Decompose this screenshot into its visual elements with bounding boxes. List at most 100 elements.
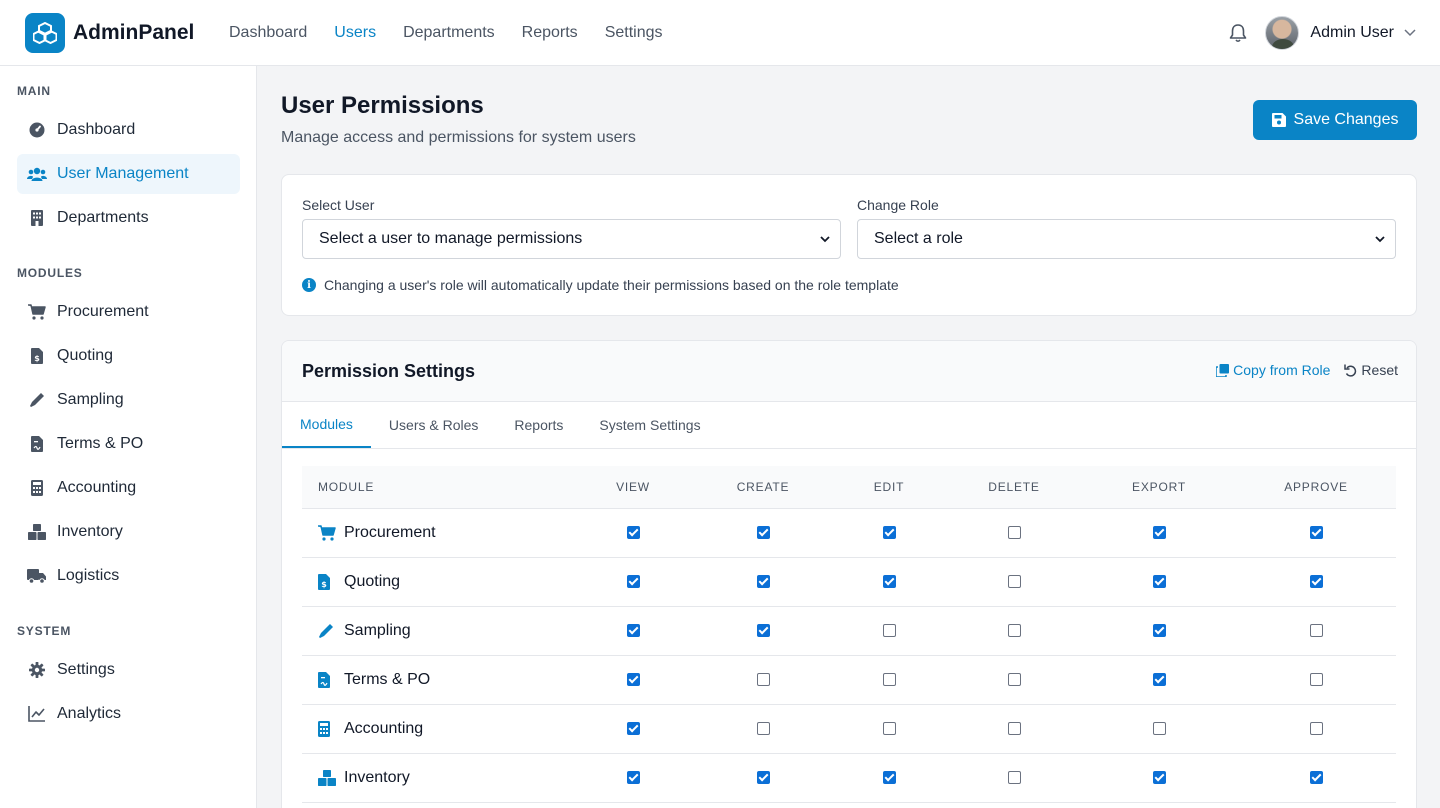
create-checkbox[interactable] xyxy=(756,525,770,539)
permission-cell xyxy=(1236,655,1396,705)
sidebar-item-inventory[interactable]: Inventory xyxy=(17,512,240,552)
topnav-dashboard[interactable]: Dashboard xyxy=(229,24,307,42)
approve-checkbox[interactable] xyxy=(1309,770,1323,784)
sidebar: MAIN Dashboard User Management Departmen… xyxy=(0,66,257,808)
user-name[interactable]: Admin User xyxy=(1310,24,1394,42)
sidebar-item-logistics[interactable]: Logistics xyxy=(17,556,240,596)
brand[interactable]: AdminPanel xyxy=(25,12,229,53)
calculator-icon xyxy=(27,478,47,498)
export-checkbox[interactable] xyxy=(1152,525,1166,539)
module-cell: Terms & PO xyxy=(302,655,572,705)
permission-cell xyxy=(1236,508,1396,558)
view-checkbox[interactable] xyxy=(626,623,640,637)
view-checkbox[interactable] xyxy=(626,574,640,588)
brand-name: AdminPanel xyxy=(73,20,195,44)
sidebar-item-label: Terms & PO xyxy=(57,435,144,452)
edit-checkbox[interactable] xyxy=(882,574,896,588)
sidebar-item-sampling[interactable]: Sampling xyxy=(17,380,240,420)
sidebar-item-dashboard[interactable]: Dashboard xyxy=(17,110,240,150)
building-icon xyxy=(27,208,47,228)
sidebar-item-terms-po[interactable]: Terms & PO xyxy=(17,424,240,464)
permission-settings-title: Permission Settings xyxy=(302,361,476,381)
sidebar-item-user-management[interactable]: User Management xyxy=(17,154,240,194)
view-checkbox[interactable] xyxy=(626,525,640,539)
sidebar-item-settings[interactable]: Settings xyxy=(17,650,240,690)
topnav-reports[interactable]: Reports xyxy=(522,24,578,42)
delete-checkbox[interactable] xyxy=(1007,574,1021,588)
create-checkbox[interactable] xyxy=(756,770,770,784)
sidebar-item-procurement[interactable]: Procurement xyxy=(17,292,240,332)
topnav-users[interactable]: Users xyxy=(334,24,376,42)
delete-checkbox[interactable] xyxy=(1007,721,1021,735)
sidebar-item-departments[interactable]: Departments xyxy=(17,198,240,238)
sidebar-item-label: Logistics xyxy=(57,567,120,584)
create-checkbox[interactable] xyxy=(756,574,770,588)
approve-checkbox[interactable] xyxy=(1309,525,1323,539)
copy-from-role-label: Copy from Role xyxy=(1233,362,1331,378)
sidebar-item-analytics[interactable]: Analytics xyxy=(17,694,240,734)
topnav-departments[interactable]: Departments xyxy=(403,24,495,42)
permission-cell xyxy=(1236,557,1396,607)
export-checkbox[interactable] xyxy=(1152,672,1166,686)
create-checkbox[interactable] xyxy=(756,721,770,735)
copy-from-role-button[interactable]: Copy from Role xyxy=(1216,362,1330,378)
export-checkbox[interactable] xyxy=(1152,721,1166,735)
permission-cell xyxy=(694,704,832,754)
export-checkbox[interactable] xyxy=(1152,574,1166,588)
edit-checkbox[interactable] xyxy=(882,672,896,686)
edit-checkbox[interactable] xyxy=(882,525,896,539)
floppy-disk-icon xyxy=(1271,113,1286,127)
chart-line-icon xyxy=(27,704,47,724)
save-changes-label: Save Changes xyxy=(1293,111,1399,128)
view-checkbox[interactable] xyxy=(626,721,640,735)
edit-checkbox[interactable] xyxy=(882,623,896,637)
permission-cell xyxy=(694,606,832,656)
table-row: Procurement xyxy=(302,508,1396,558)
delete-checkbox[interactable] xyxy=(1007,623,1021,637)
reset-button[interactable]: Reset xyxy=(1344,362,1398,378)
boxes-icon xyxy=(27,522,47,542)
sidebar-section-system: SYSTEM xyxy=(17,624,72,638)
delete-checkbox[interactable] xyxy=(1007,672,1021,686)
edit-checkbox[interactable] xyxy=(882,721,896,735)
tab-system-settings[interactable]: System Settings xyxy=(581,402,718,448)
view-checkbox[interactable] xyxy=(626,770,640,784)
view-checkbox[interactable] xyxy=(626,672,640,686)
reset-label: Reset xyxy=(1361,362,1398,378)
select-user-label: Select User xyxy=(302,197,375,213)
module-cell: Inventory xyxy=(302,753,572,803)
tab-modules[interactable]: Modules xyxy=(282,402,371,448)
select-user-dropdown[interactable]: Select a user to manage permissions xyxy=(302,219,841,259)
permissions-table: MODULE VIEW CREATE EDIT DELETE EXPORT AP… xyxy=(302,466,1396,803)
svg-text:$: $ xyxy=(34,354,40,363)
sidebar-item-accounting[interactable]: Accounting xyxy=(17,468,240,508)
tab-users-roles[interactable]: Users & Roles xyxy=(371,402,496,448)
change-role-dropdown[interactable]: Select a role xyxy=(857,219,1396,259)
save-changes-button[interactable]: Save Changes xyxy=(1253,100,1417,140)
approve-checkbox[interactable] xyxy=(1309,623,1323,637)
notification-bell-icon[interactable] xyxy=(1227,22,1249,44)
permission-cell xyxy=(694,753,832,803)
tab-reports[interactable]: Reports xyxy=(496,402,581,448)
export-checkbox[interactable] xyxy=(1152,623,1166,637)
approve-checkbox[interactable] xyxy=(1309,574,1323,588)
approve-checkbox[interactable] xyxy=(1309,721,1323,735)
permission-cell xyxy=(946,655,1082,705)
delete-checkbox[interactable] xyxy=(1007,770,1021,784)
approve-checkbox[interactable] xyxy=(1309,672,1323,686)
chevron-down-icon xyxy=(820,236,830,243)
chevron-down-icon[interactable] xyxy=(1404,24,1416,42)
permission-cell xyxy=(694,655,832,705)
change-role-value: Select a role xyxy=(874,230,963,247)
table-row: Terms & PO xyxy=(302,655,1396,705)
user-avatar[interactable] xyxy=(1265,15,1300,50)
sidebar-item-quoting[interactable]: $ Quoting xyxy=(17,336,240,376)
topnav-settings[interactable]: Settings xyxy=(605,24,663,42)
table-header-row: MODULE VIEW CREATE EDIT DELETE EXPORT AP… xyxy=(302,466,1396,509)
column-header-create: CREATE xyxy=(694,466,832,509)
export-checkbox[interactable] xyxy=(1152,770,1166,784)
edit-checkbox[interactable] xyxy=(882,770,896,784)
create-checkbox[interactable] xyxy=(756,672,770,686)
create-checkbox[interactable] xyxy=(756,623,770,637)
delete-checkbox[interactable] xyxy=(1007,525,1021,539)
